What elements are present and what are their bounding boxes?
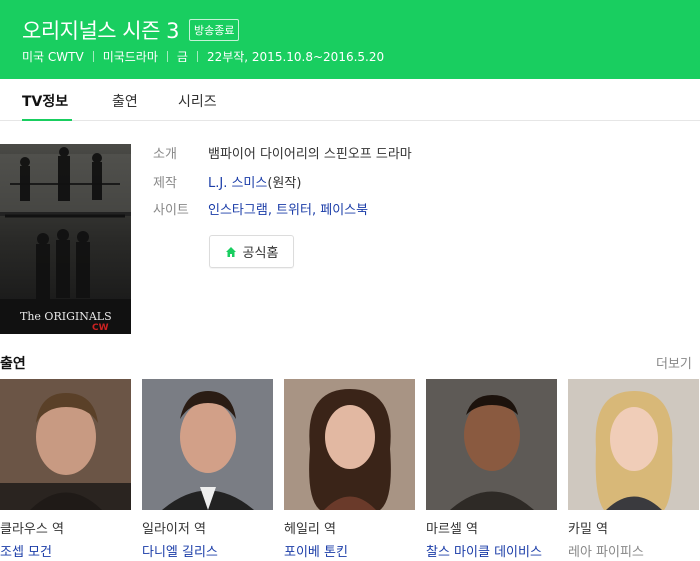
role-name: 일라이저 역 xyxy=(142,522,206,537)
cast-card[interactable]: 카밀 역 레아 파이피스 xyxy=(568,379,699,560)
home-icon xyxy=(225,246,236,257)
more-link[interactable]: 더보기 xyxy=(656,353,692,372)
actor-link[interactable]: 다니엘 길리스 xyxy=(142,541,273,560)
actor-link[interactable]: 포이베 톤킨 xyxy=(284,541,415,560)
intro-value: 뱀파이어 다이어리의 스핀오프 드라마 xyxy=(208,147,412,162)
tab-cast[interactable]: 출연 xyxy=(112,91,138,111)
cast-card[interactable]: 클라우스 역 조셉 모건 xyxy=(0,379,131,560)
cast-card[interactable]: 마르셀 역 찰스 마이클 데이비스 xyxy=(426,379,557,560)
meta-row: 미국 CWTV 미국드라마 금 22부작, 2015.10.8~2016.5.2… xyxy=(22,48,384,65)
site-separator: , xyxy=(267,203,277,218)
meta-channel: 미국 CWTV xyxy=(22,50,84,64)
divider xyxy=(92,51,94,62)
instagram-link[interactable]: 인스타그램 xyxy=(208,203,268,218)
show-poster[interactable]: The ORIGINALS CW xyxy=(0,144,131,334)
cast-photo[interactable] xyxy=(0,379,131,510)
tab-series[interactable]: 시리즈 xyxy=(178,91,217,111)
header-bar: 오리지널스 시즌 3 방송종료 미국 CWTV 미국드라마 금 22부작, 20… xyxy=(0,0,700,79)
role-name: 헤일리 역 xyxy=(284,522,336,537)
status-badge: 방송종료 xyxy=(188,19,240,41)
site-separator: , xyxy=(311,203,321,218)
meta-day: 금 xyxy=(176,50,188,64)
meta-episodes: 22부작, 2015.10.8~2016.5.20 xyxy=(206,50,385,64)
official-home-label: 공식홈 xyxy=(242,246,279,261)
poster-image: The ORIGINALS CW xyxy=(0,144,131,334)
producer-label: 제작 xyxy=(153,176,177,191)
tab-tv-info[interactable]: TV정보 xyxy=(22,91,68,111)
role-name: 마르셀 역 xyxy=(426,522,478,537)
cast-photo[interactable] xyxy=(568,379,699,510)
poster-logo: The ORIGINALS xyxy=(20,310,112,323)
producer-suffix: (원작) xyxy=(267,176,302,191)
info-producer: 제작 L.J. 스미스(원작) xyxy=(153,172,301,191)
actor-name: 레아 파이피스 xyxy=(568,545,644,560)
role-name: 클라우스 역 xyxy=(0,522,64,537)
cast-section-title: 출연 xyxy=(0,356,26,372)
actor-link[interactable]: 조셉 모건 xyxy=(0,541,131,560)
cast-photo[interactable] xyxy=(284,379,415,510)
info-sites: 사이트 인스타그램, 트위터, 페이스북 xyxy=(153,199,368,218)
twitter-link[interactable]: 트위터 xyxy=(276,203,312,218)
cast-card[interactable]: 헤일리 역 포이베 톤킨 xyxy=(284,379,415,560)
tab-bar: TV정보 출연 시리즈 xyxy=(0,79,700,121)
facebook-link[interactable]: 페이스북 xyxy=(320,203,368,218)
cast-photo[interactable] xyxy=(142,379,273,510)
divider xyxy=(196,51,198,62)
role-name: 카밀 역 xyxy=(568,522,609,537)
title-row: 오리지널스 시즌 3 방송종료 xyxy=(22,15,240,45)
info-intro: 소개 뱀파이어 다이어리의 스핀오프 드라마 xyxy=(153,143,412,162)
producer-link[interactable]: L.J. 스미스 xyxy=(208,176,267,191)
official-home-button[interactable]: 공식홈 xyxy=(209,235,294,268)
site-label: 사이트 xyxy=(153,203,189,218)
cast-photo[interactable] xyxy=(426,379,557,510)
divider xyxy=(166,51,168,62)
page-title[interactable]: 오리지널스 시즌 3 xyxy=(22,15,179,45)
active-tab-indicator xyxy=(22,119,72,121)
intro-label: 소개 xyxy=(153,147,177,162)
meta-genre: 미국드라마 xyxy=(102,50,158,64)
poster-network: CW xyxy=(92,323,109,333)
cast-card[interactable]: 일라이저 역 다니엘 길리스 xyxy=(142,379,273,560)
actor-link[interactable]: 찰스 마이클 데이비스 xyxy=(426,541,557,560)
